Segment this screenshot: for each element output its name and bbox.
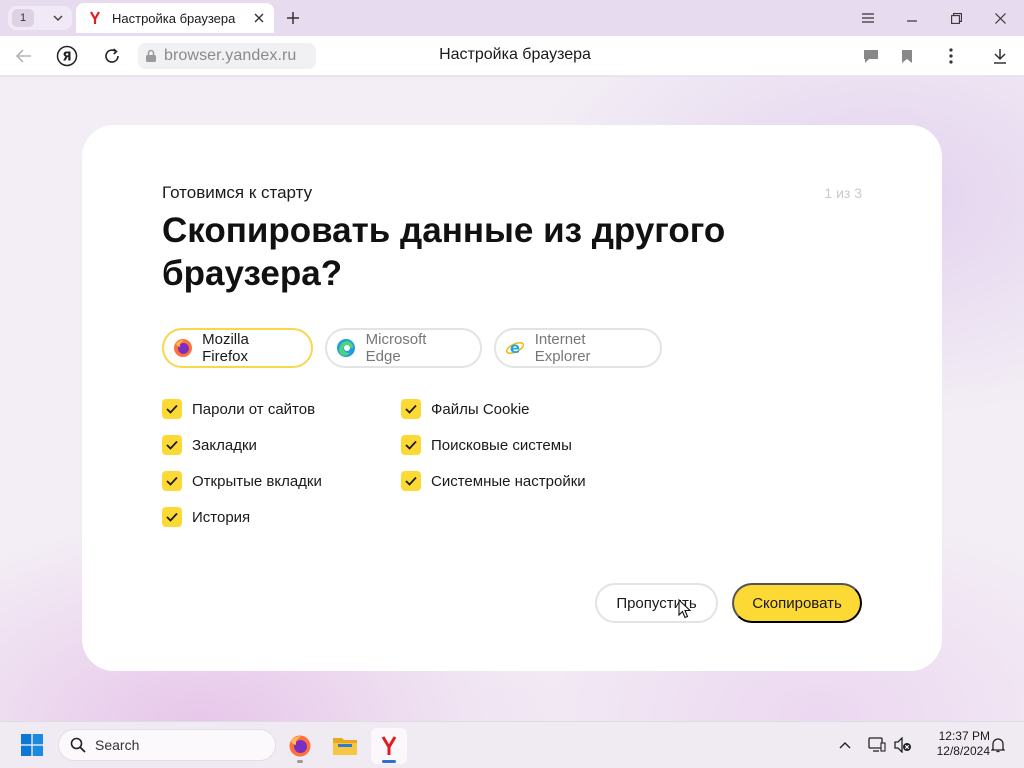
check-icon [405, 440, 417, 450]
mouse-cursor-icon [678, 599, 692, 619]
yandex-logo-icon [88, 11, 102, 25]
firefox-icon [289, 735, 311, 757]
menu-icon[interactable] [855, 6, 881, 30]
new-tab-button[interactable] [282, 7, 304, 29]
plus-icon [287, 12, 299, 24]
checkbox-checked[interactable] [162, 399, 182, 419]
minimize-icon[interactable] [899, 6, 925, 30]
check-icon [166, 404, 178, 414]
browser-option-label: Microsoft Edge [365, 331, 427, 365]
checkbox-checked[interactable] [162, 435, 182, 455]
notification-bell-icon[interactable] [987, 734, 1009, 756]
option-passwords[interactable]: Пароли от сайтов [162, 398, 315, 420]
yandex-logo-icon [381, 736, 397, 755]
page-content: Готовимся к старту 1 из 3 Скопировать да… [0, 77, 1024, 721]
clock-date: 12/8/2024 [936, 744, 990, 758]
more-icon[interactable] [939, 44, 963, 68]
option-cookies[interactable]: Файлы Cookie [401, 398, 530, 420]
chevron-up-icon[interactable] [834, 734, 856, 756]
check-icon [166, 476, 178, 486]
check-icon [405, 476, 417, 486]
windows-start-icon[interactable] [21, 734, 43, 756]
taskbar-search[interactable]: Search [58, 729, 276, 761]
option-label: История [192, 508, 251, 526]
address-toolbar: Я browser.yandex.ru Настройка браузера [0, 36, 1024, 76]
close-window-icon[interactable] [987, 6, 1013, 30]
taskbar-yandex-browser[interactable] [371, 728, 407, 764]
running-indicator [297, 760, 303, 763]
volume-muted-icon[interactable] [892, 734, 914, 756]
step-counter: 1 из 3 [824, 185, 862, 201]
restore-icon[interactable] [943, 6, 969, 30]
search-placeholder: Search [95, 737, 140, 753]
option-bookmarks[interactable]: Закладки [162, 434, 257, 456]
search-icon [69, 736, 87, 754]
checkbox-checked[interactable] [401, 399, 421, 419]
browser-option-internet-explorer[interactable]: e Internet Explorer [494, 328, 662, 368]
dialog-title: Скопировать данные из другого браузера? [162, 211, 726, 293]
dialog-subtitle: Готовимся к старту [162, 183, 313, 202]
system-clock[interactable]: 12:37 PM 12/8/2024 [918, 729, 990, 759]
taskbar: Search 12:37 PM 12/8/2024 [0, 721, 1024, 768]
option-history[interactable]: История [162, 506, 250, 528]
firefox-icon [172, 337, 193, 359]
reload-icon[interactable] [100, 44, 124, 68]
internet-explorer-icon: e [504, 337, 526, 359]
chevron-down-icon[interactable] [50, 10, 66, 26]
tab-title: Настройка браузера [112, 10, 236, 26]
network-icon[interactable] [866, 734, 888, 756]
bookmark-icon[interactable] [895, 44, 919, 68]
check-icon [166, 440, 178, 450]
option-label: Системные настройки [431, 472, 586, 490]
checkbox-checked[interactable] [162, 507, 182, 527]
check-icon [405, 404, 417, 414]
browser-option-label: Mozilla Firefox [202, 331, 249, 365]
checkbox-checked[interactable] [401, 471, 421, 491]
checkbox-checked[interactable] [401, 435, 421, 455]
option-label: Пароли от сайтов [192, 400, 316, 418]
chat-icon[interactable] [859, 44, 883, 68]
active-indicator [382, 760, 396, 763]
svg-text:e: e [510, 339, 520, 357]
address-bar[interactable]: browser.yandex.ru [138, 43, 316, 69]
option-label: Закладки [192, 436, 257, 454]
copy-button[interactable]: Скопировать [732, 583, 862, 623]
skip-button[interactable]: Пропустить [595, 583, 718, 623]
edge-icon [335, 337, 357, 359]
back-icon[interactable] [12, 44, 36, 68]
lock-icon[interactable] [138, 49, 164, 63]
browser-option-firefox[interactable]: Mozilla Firefox [162, 328, 313, 368]
clock-time: 12:37 PM [938, 729, 990, 743]
tab-count: 1 [12, 9, 34, 27]
option-label: Открытые вкладки [192, 472, 322, 490]
download-icon[interactable] [988, 44, 1012, 68]
folder-icon [333, 738, 357, 755]
browser-option-edge[interactable]: Microsoft Edge [325, 328, 482, 368]
option-system-settings[interactable]: Системные настройки [401, 470, 586, 492]
browser-option-label: Internet Explorer [534, 331, 591, 365]
svg-text:Я: Я [62, 50, 71, 64]
checkbox-checked[interactable] [162, 471, 182, 491]
option-search-engines[interactable]: Поисковые системы [401, 434, 572, 456]
tab-strip: 1 Настройка браузера [0, 0, 1024, 36]
option-open-tabs[interactable]: Открытые вкладки [162, 470, 322, 492]
option-label: Поисковые системы [431, 436, 572, 454]
setup-dialog: Готовимся к старту 1 из 3 Скопировать да… [82, 125, 942, 671]
taskbar-file-explorer[interactable] [327, 728, 363, 764]
close-tab-icon[interactable] [248, 7, 270, 29]
taskbar-firefox[interactable] [282, 728, 318, 764]
page-title: Настройка браузера [439, 46, 591, 63]
tab-counter[interactable]: 1 [8, 6, 72, 30]
yandex-button-icon[interactable]: Я [55, 44, 79, 68]
url-text: browser.yandex.ru [164, 47, 297, 64]
browser-tab[interactable]: Настройка браузера [76, 3, 274, 33]
check-icon [166, 512, 178, 522]
option-label: Файлы Cookie [431, 400, 530, 418]
